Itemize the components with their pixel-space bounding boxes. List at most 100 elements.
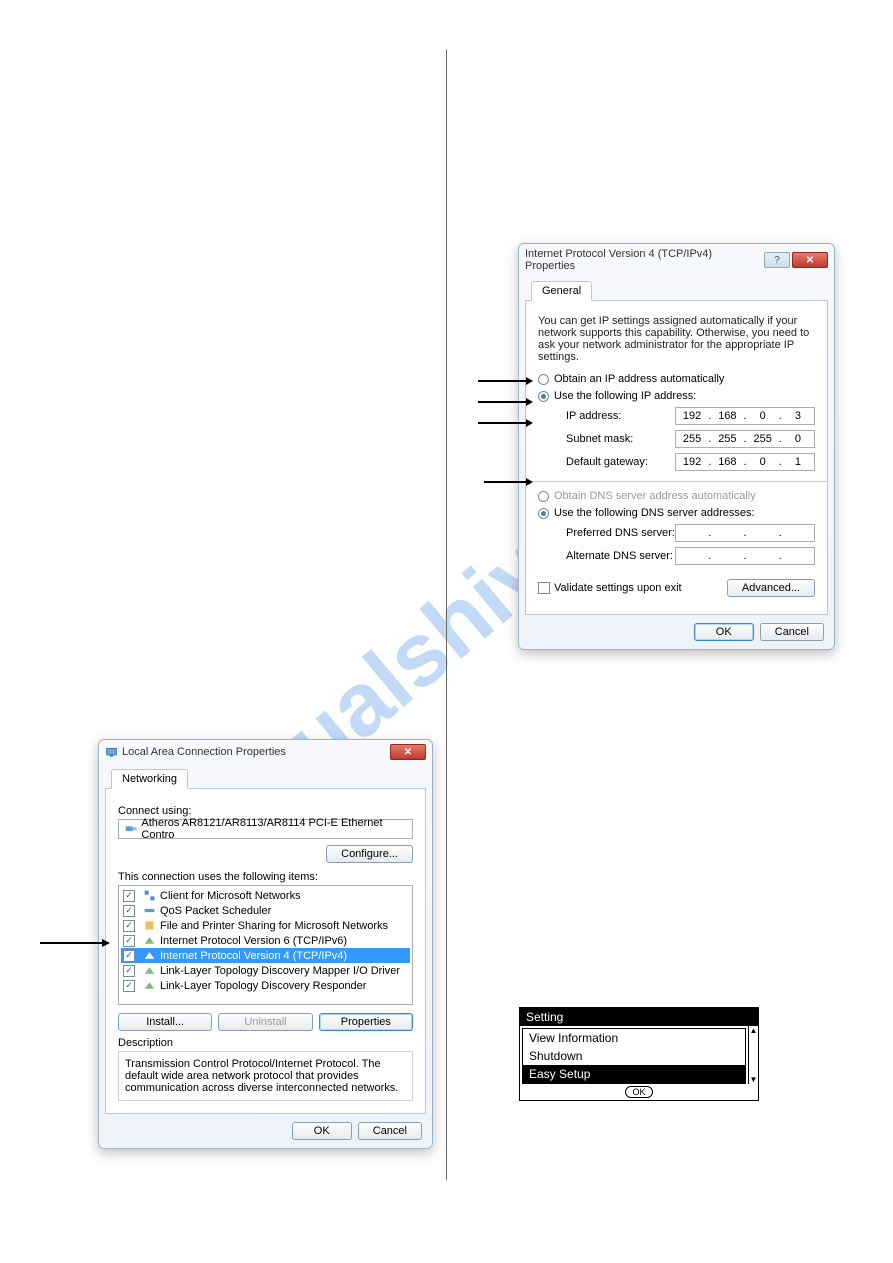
ip-octet: 192 — [676, 410, 708, 422]
list-item[interactable]: ✓ File and Printer Sharing for Microsoft… — [121, 918, 410, 933]
ip-octet: 3 — [782, 410, 814, 422]
radio-label: Use the following IP address: — [554, 390, 696, 402]
ip-octet: 192 — [676, 456, 708, 468]
ipv4-titlebar: Internet Protocol Version 4 (TCP/IPv4) P… — [519, 244, 834, 276]
scroll-up-icon: ▲ — [750, 1026, 758, 1035]
file-share-icon — [143, 919, 156, 932]
close-button[interactable]: ✕ — [792, 252, 828, 268]
device-screen-title: Setting — [520, 1008, 758, 1026]
configure-button[interactable]: Configure... — [326, 845, 413, 863]
ipv4-intro-text: You can get IP settings assigned automat… — [538, 315, 815, 363]
radio-label: Use the following DNS server addresses: — [554, 507, 755, 519]
ipv4-properties-dialog: Internet Protocol Version 4 (TCP/IPv4) P… — [518, 243, 835, 650]
lan-titlebar: Local Area Connection Properties ✕ — [99, 740, 432, 764]
ok-button[interactable]: OK — [694, 623, 754, 641]
lan-panel: Connect using: Atheros AR8121/AR8113/AR8… — [105, 789, 426, 1114]
protocol-icon — [143, 979, 156, 992]
items-label: This connection uses the following items… — [118, 871, 413, 883]
radio-use-following[interactable]: Use the following IP address: — [538, 390, 815, 402]
validate-checkbox[interactable]: Validate settings upon exit — [538, 582, 682, 594]
dialog-title: Internet Protocol Version 4 (TCP/IPv4) P… — [525, 248, 764, 272]
device-menu-list: View Information Shutdown Easy Setup — [522, 1028, 746, 1084]
scroll-down-icon: ▼ — [750, 1075, 758, 1084]
checkbox-icon: ✓ — [123, 950, 135, 962]
qos-icon — [143, 904, 156, 917]
arrow-default-gateway — [478, 418, 533, 428]
radio-icon — [538, 374, 549, 385]
protocol-icon — [143, 949, 156, 962]
dialog-title: Local Area Connection Properties — [122, 746, 286, 758]
device-menu-item[interactable]: View Information — [523, 1029, 745, 1047]
radio-icon — [538, 508, 549, 519]
subnet-mask-label: Subnet mask: — [566, 433, 675, 445]
radio-icon — [538, 391, 549, 402]
radio-icon — [538, 491, 549, 502]
list-item-label: Link-Layer Topology Discovery Responder — [160, 980, 366, 992]
subnet-mask-field[interactable]: 255. 255. 255. 0 — [675, 430, 815, 448]
alternate-dns-field[interactable]: . . . — [675, 547, 815, 565]
advanced-button[interactable]: Advanced... — [727, 579, 815, 597]
adapter-icon — [125, 823, 137, 836]
radio-dns-auto: Obtain DNS server address automatically — [538, 490, 815, 502]
cancel-button[interactable]: Cancel — [358, 1122, 422, 1140]
device-menu-item[interactable]: Shutdown — [523, 1047, 745, 1065]
preferred-dns-label: Preferred DNS server: — [566, 527, 675, 539]
ipv4-panel: You can get IP settings assigned automat… — [525, 301, 828, 615]
adapter-field[interactable]: Atheros AR8121/AR8113/AR8114 PCI-E Ether… — [118, 819, 413, 839]
list-item-label: Link-Layer Topology Discovery Mapper I/O… — [160, 965, 400, 977]
device-menu-item-selected[interactable]: Easy Setup — [523, 1065, 745, 1083]
list-item[interactable]: ✓ Client for Microsoft Networks — [121, 888, 410, 903]
ip-octet: 0 — [747, 410, 779, 422]
description-label: Description — [118, 1037, 413, 1049]
list-item-label: Internet Protocol Version 6 (TCP/IPv6) — [160, 935, 347, 947]
lan-tabs: Networking — [105, 764, 426, 789]
list-item-label: QoS Packet Scheduler — [160, 905, 271, 917]
list-item[interactable]: ✓ Link-Layer Topology Discovery Responde… — [121, 978, 410, 993]
ip-octet: 1 — [782, 456, 814, 468]
help-button[interactable]: ? — [764, 252, 790, 268]
checkbox-icon: ✓ — [123, 905, 135, 917]
protocol-icon — [143, 934, 156, 947]
list-item-label: Internet Protocol Version 4 (TCP/IPv4) — [160, 950, 347, 962]
ip-octet: 168 — [711, 456, 743, 468]
checkbox-icon: ✓ — [123, 980, 135, 992]
preferred-dns-field[interactable]: . . . — [675, 524, 815, 542]
device-setting-screen: Setting View Information Shutdown Easy S… — [519, 1007, 759, 1101]
default-gateway-field[interactable]: 192. 168. 0. 1 — [675, 453, 815, 471]
radio-dns-manual[interactable]: Use the following DNS server addresses: — [538, 507, 815, 519]
ipv4-tabs: General — [525, 276, 828, 301]
tab-general[interactable]: General — [531, 281, 592, 301]
radio-label: Obtain an IP address automatically — [554, 373, 724, 385]
checkbox-icon: ✓ — [123, 920, 135, 932]
list-item-selected[interactable]: ✓ Internet Protocol Version 4 (TCP/IPv4) — [121, 948, 410, 963]
close-button[interactable]: ✕ — [390, 744, 426, 760]
checkbox-icon: ✓ — [123, 965, 135, 977]
connection-items-list[interactable]: ✓ Client for Microsoft Networks ✓ QoS Pa… — [118, 885, 413, 1005]
validate-label: Validate settings upon exit — [554, 582, 682, 594]
ip-octet: 0 — [747, 456, 779, 468]
ok-button[interactable]: OK — [292, 1122, 352, 1140]
ip-octet: 168 — [711, 410, 743, 422]
ip-octet: 255 — [676, 433, 708, 445]
checkbox-icon: ✓ — [123, 935, 135, 947]
cancel-button[interactable]: Cancel — [760, 623, 824, 641]
properties-button[interactable]: Properties — [319, 1013, 413, 1031]
install-button[interactable]: Install... — [118, 1013, 212, 1031]
ip-octet: 255 — [711, 433, 743, 445]
device-scrollbar[interactable]: ▲ ▼ — [748, 1026, 758, 1084]
ip-octet: 255 — [747, 433, 779, 445]
ip-address-field[interactable]: 192. 168. 0. 3 — [675, 407, 815, 425]
protocol-icon — [143, 964, 156, 977]
list-item[interactable]: ✓ Internet Protocol Version 6 (TCP/IPv6) — [121, 933, 410, 948]
lan-properties-dialog: Local Area Connection Properties ✕ Netwo… — [98, 739, 433, 1149]
connect-using-label: Connect using: — [118, 805, 413, 817]
uninstall-button: Uninstall — [218, 1013, 312, 1031]
list-item[interactable]: ✓ Link-Layer Topology Discovery Mapper I… — [121, 963, 410, 978]
tab-networking[interactable]: Networking — [111, 769, 188, 789]
list-item[interactable]: ✓ QoS Packet Scheduler — [121, 903, 410, 918]
description-box: Transmission Control Protocol/Internet P… — [118, 1051, 413, 1101]
alternate-dns-label: Alternate DNS server: — [566, 550, 675, 562]
list-item-label: Client for Microsoft Networks — [160, 890, 301, 902]
default-gateway-label: Default gateway: — [566, 456, 675, 468]
radio-obtain-auto[interactable]: Obtain an IP address automatically — [538, 373, 815, 385]
